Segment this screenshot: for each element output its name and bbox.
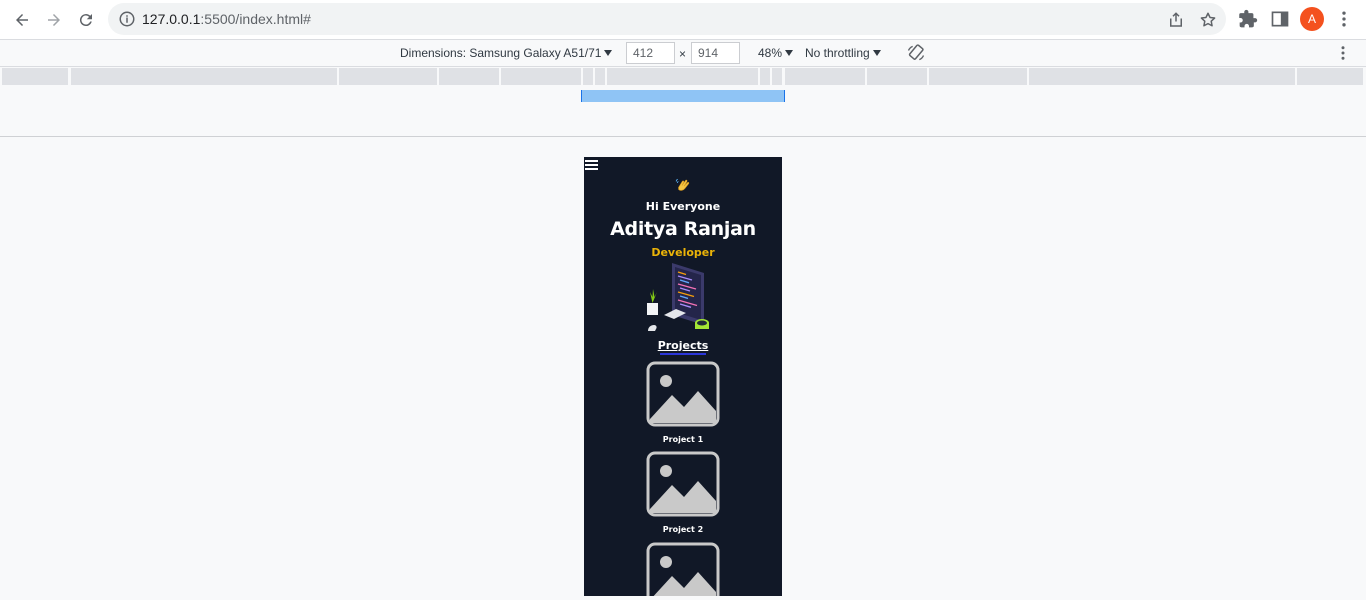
media-query-segment[interactable]	[595, 68, 605, 85]
address-bar[interactable]: 127.0.0.1:5500/index.html#	[108, 3, 1226, 35]
media-query-segment[interactable]	[772, 68, 782, 85]
media-query-segment[interactable]	[867, 68, 927, 85]
media-query-segment[interactable]	[760, 68, 770, 85]
zoom-label: 48%	[758, 46, 783, 60]
image-placeholder-icon[interactable]	[646, 361, 720, 427]
image-placeholder-icon[interactable]	[646, 451, 720, 517]
project-2-label[interactable]: Project 2	[584, 525, 782, 534]
media-query-bar	[0, 68, 1366, 85]
dimensions-dropdown[interactable]: Dimensions: Samsung Galaxy A51/71	[400, 46, 613, 60]
height-input[interactable]: 914	[691, 42, 740, 64]
media-query-segment[interactable]	[501, 68, 581, 85]
selected-width-indicator[interactable]	[581, 90, 785, 102]
back-button[interactable]	[8, 6, 36, 34]
throttling-dropdown[interactable]: No throttling	[805, 46, 881, 60]
device-viewport: Hi Everyone Aditya Ranjan Developer Proj…	[584, 157, 782, 596]
share-icon[interactable]	[1167, 11, 1185, 29]
hero-name: Aditya Ranjan	[610, 218, 756, 240]
chevron-down-icon	[604, 50, 613, 56]
projects-heading: Projects	[657, 339, 709, 352]
menu-dots-icon[interactable]	[1334, 44, 1352, 62]
image-placeholder-icon[interactable]	[646, 542, 720, 596]
media-query-segment[interactable]	[439, 68, 499, 85]
forward-icon	[48, 14, 60, 26]
hamburger-icon[interactable]	[584, 158, 600, 172]
throttling-label: No throttling	[805, 46, 870, 60]
media-query-segment[interactable]	[583, 68, 593, 85]
times-separator: ×	[679, 47, 687, 61]
hero-role: Developer	[651, 246, 715, 259]
rotate-icon[interactable]	[906, 43, 926, 63]
chevron-down-icon	[785, 50, 794, 56]
chevron-down-icon	[872, 50, 881, 56]
media-query-segment[interactable]	[1297, 68, 1363, 85]
reload-icon	[79, 14, 92, 27]
project-1-label[interactable]: Project 1	[584, 435, 782, 444]
url-host: 127.0.0.1	[142, 11, 201, 27]
ruler-divider	[0, 136, 1366, 137]
menu-dots-icon[interactable]	[1334, 9, 1354, 29]
media-query-segment[interactable]	[2, 68, 68, 85]
media-query-segment[interactable]	[1029, 68, 1295, 85]
url-text[interactable]: 127.0.0.1:5500/index.html#	[142, 11, 311, 27]
browser-toolbar: 127.0.0.1:5500/index.html# A	[0, 0, 1366, 40]
media-query-segment[interactable]	[785, 68, 865, 85]
media-query-segment[interactable]	[339, 68, 437, 85]
extensions-icon[interactable]	[1238, 9, 1258, 29]
dimensions-label: Dimensions: Samsung Galaxy A51/71	[400, 46, 602, 60]
zoom-dropdown[interactable]: 48%	[758, 46, 794, 60]
developer-illustration	[647, 263, 709, 331]
info-icon[interactable]	[118, 10, 136, 28]
projects-heading-underline	[660, 353, 706, 355]
wave-icon	[675, 178, 690, 191]
media-query-segment[interactable]	[71, 68, 337, 85]
side-panel-icon[interactable]	[1270, 9, 1290, 29]
back-icon	[16, 14, 28, 26]
reload-button[interactable]	[72, 6, 100, 34]
url-path: :5500/index.html#	[200, 11, 311, 27]
star-icon[interactable]	[1199, 11, 1217, 29]
greeting-text: Hi Everyone	[645, 200, 721, 213]
profile-avatar[interactable]: A	[1300, 7, 1324, 31]
media-query-segment[interactable]	[929, 68, 1027, 85]
forward-button[interactable]	[40, 6, 68, 34]
media-query-segment[interactable]	[607, 68, 758, 85]
width-input[interactable]: 412	[626, 42, 675, 64]
device-toolbar: Dimensions: Samsung Galaxy A51/71 412 × …	[0, 40, 1366, 67]
